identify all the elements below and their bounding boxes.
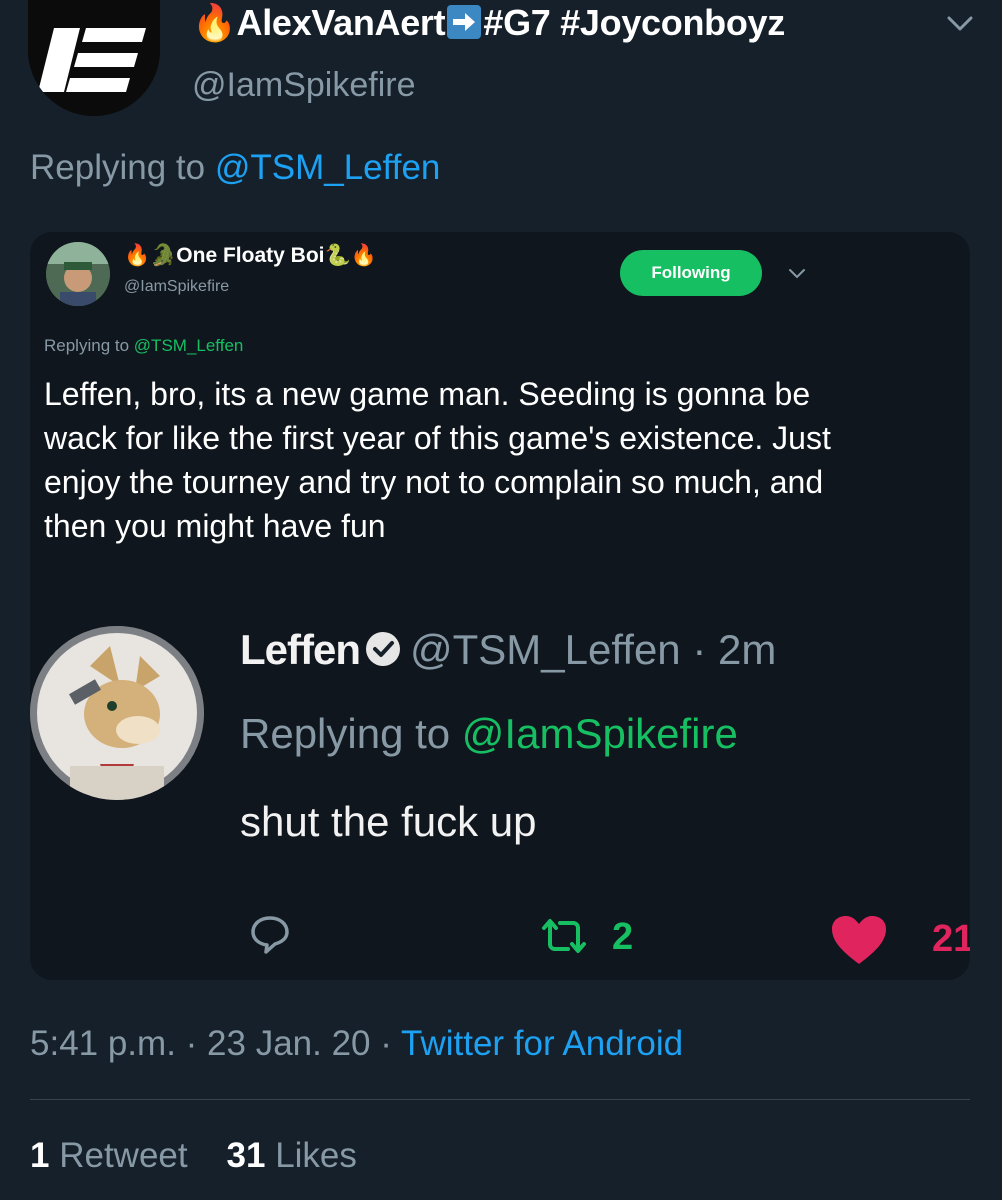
embedded-name: One Floaty Boi <box>176 244 325 267</box>
author-name-hashtags: #G7 #Joyconboyz <box>483 2 785 43</box>
replying-to-link[interactable]: @TSM_Leffen <box>215 148 441 187</box>
retweet-icon <box>538 916 590 956</box>
embedded-replying-link: @TSM_Leffen <box>133 336 244 355</box>
embedded-handle: @IamSpikefire <box>124 278 230 295</box>
embedded-display-name: 🔥🐊One Floaty Boi🐍🔥 <box>124 244 377 268</box>
embedded-name-emojis-after: 🐍🔥 <box>324 244 377 267</box>
replying-to: Replying to @TSM_Leffen <box>30 148 440 188</box>
leffen-handle: @TSM_Leffen <box>410 626 681 673</box>
chevron-down-icon[interactable] <box>944 8 976 40</box>
leffen-replying-to: Replying to @IamSpikefire <box>240 710 738 758</box>
logo-icon <box>28 0 160 116</box>
embedded-chevron-down-icon <box>786 262 808 284</box>
author-handle[interactable]: @IamSpikefire <box>192 66 415 105</box>
meta-separator-1: · <box>185 1024 198 1063</box>
embedded-retweet-count: 2 <box>612 916 634 958</box>
like-count: 31 <box>226 1136 266 1175</box>
tweet-date: 23 Jan. 20 <box>207 1024 371 1063</box>
arrow-right-icon <box>447 5 482 39</box>
embedded-replying-to: Replying to @TSM_Leffen <box>44 336 243 356</box>
leffen-name: Leffen <box>240 626 361 673</box>
like-label: Likes <box>275 1136 357 1175</box>
leffen-tweet-text: shut the fuck up <box>240 798 537 845</box>
embedded-replying-prefix: Replying to <box>44 336 130 355</box>
author-name: AlexVanAert <box>236 2 446 43</box>
embedded-avatar <box>46 242 110 306</box>
retweet-count: 1 <box>30 1136 50 1175</box>
reply-icon <box>248 912 292 956</box>
replying-prefix: Replying to <box>30 148 206 187</box>
tweet-time: 5:41 p.m. <box>30 1024 176 1063</box>
author-display-name[interactable]: 🔥AlexVanAert #G7 #Joyconboyz <box>192 2 785 44</box>
retweet-stat[interactable]: 1 Retweet <box>30 1136 188 1175</box>
embedded-screenshot[interactable]: 🔥🐊One Floaty Boi🐍🔥 @IamSpikefire Followi… <box>30 232 970 980</box>
leffen-age: 2m <box>718 626 777 673</box>
embedded-tweet-text: Leffen, bro, its a new game man. Seeding… <box>44 376 831 544</box>
retweet-label: Retweet <box>59 1136 188 1175</box>
tweet-source-link[interactable]: Twitter for Android <box>401 1024 683 1063</box>
likes-stat[interactable]: 31 Likes <box>227 1136 357 1175</box>
leffen-header: Leffen @TSM_Leffen · 2m <box>240 626 776 674</box>
leffen-replying-prefix: Replying to <box>240 710 451 757</box>
tweet-metadata: 5:41 p.m. · 23 Jan. 20 · Twitter for And… <box>30 1024 683 1064</box>
following-button: Following <box>620 250 762 296</box>
leffen-separator: · <box>692 626 707 673</box>
embedded-like-count: 21 <box>932 918 970 960</box>
divider <box>30 1099 970 1100</box>
leffen-replying-link: @IamSpikefire <box>461 710 738 757</box>
embedded-name-emojis-before: 🔥🐊 <box>124 244 177 267</box>
heart-icon <box>830 914 888 966</box>
fire-emoji: 🔥 <box>192 2 237 43</box>
meta-separator-2: · <box>380 1024 392 1063</box>
verified-badge-icon <box>364 630 402 668</box>
author-avatar[interactable] <box>28 0 160 116</box>
leffen-avatar <box>30 626 204 800</box>
tweet-page: 🔥AlexVanAert #G7 #Joyconboyz @IamSpikefir… <box>0 0 1002 1200</box>
tweet-stats: 1 Retweet 31 Likes <box>30 1136 357 1176</box>
